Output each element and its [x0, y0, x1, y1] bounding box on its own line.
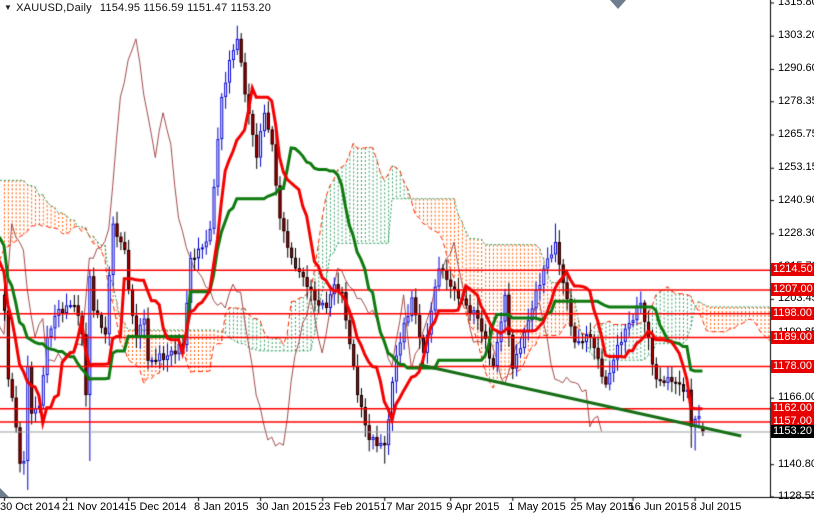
time-axis-label: 8 Jan 2015 [194, 501, 248, 513]
price-axis-label: 1278.35 [778, 95, 814, 108]
time-axis-label: 23 Feb 2015 [318, 501, 380, 513]
price-axis-label: 1315.80 [778, 0, 814, 9]
price-axis-label: 1128.55 [778, 490, 814, 503]
time-axis-label: 17 Mar 2015 [380, 501, 442, 513]
level-price-badge: 1178.00 [771, 360, 814, 373]
chart-symbol-period: XAUUSD,Daily [16, 2, 92, 14]
price-axis-label: 1228.30 [778, 227, 814, 240]
collapse-triangle-icon[interactable]: ▼ [4, 3, 12, 12]
level-price-badge: 1162.00 [771, 402, 814, 415]
time-axis-label: 16 Jun 2015 [629, 501, 690, 513]
price-axis-label: 1303.20 [778, 29, 814, 42]
level-price-badge: 1207.00 [771, 283, 814, 296]
time-axis-label: 9 Apr 2015 [446, 501, 499, 513]
level-price-badge: 1189.00 [771, 331, 814, 344]
time-axis-label: 30 Oct 2014 [0, 501, 60, 513]
price-axis-label: 1290.60 [778, 62, 814, 75]
current-price-badge: 1153.20 [771, 425, 814, 438]
level-price-badge: 1198.00 [771, 307, 814, 320]
time-axis-label: 25 May 2015 [570, 501, 634, 513]
time-axis-label: 8 Jul 2015 [691, 501, 742, 513]
price-axis-label: 1253.15 [778, 161, 814, 174]
level-price-badge: 1214.50 [771, 263, 814, 276]
chart-title: ▼ XAUUSD,Daily 1154.95 1156.59 1151.47 115… [4, 2, 271, 14]
time-axis-label: 1 May 2015 [508, 501, 565, 513]
mt4-chart-window: ▼ XAUUSD,Daily 1154.95 1156.59 1151.47 115… [0, 0, 814, 516]
chart-ohlc-quote: 1154.95 1156.59 1151.47 1153.20 [100, 2, 271, 14]
price-axis-label: 1140.80 [778, 458, 814, 471]
time-axis-label: 21 Nov 2014 [62, 501, 124, 513]
price-axis-label: 1240.90 [778, 194, 814, 207]
chart-shift-marker-icon[interactable] [610, 0, 626, 9]
time-axis-label: 30 Jan 2015 [256, 501, 317, 513]
history-edge-marker-icon [0, 488, 9, 497]
time-axis-label: 15 Dec 2014 [124, 501, 186, 513]
price-chart-canvas[interactable] [0, 0, 814, 516]
price-axis-label: 1265.75 [778, 128, 814, 141]
